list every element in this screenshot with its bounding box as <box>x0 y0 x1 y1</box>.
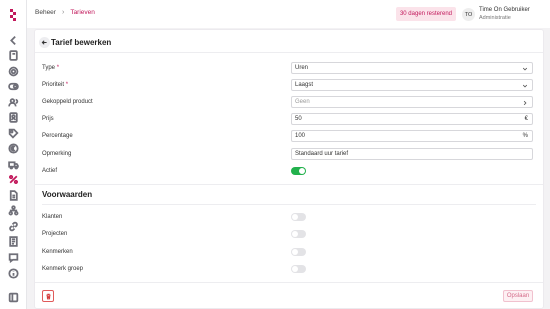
euro-icon[interactable] <box>8 143 19 154</box>
remark-label: Opmerking <box>42 151 72 157</box>
users-icon[interactable] <box>8 97 19 108</box>
book-icon[interactable] <box>8 50 19 61</box>
gear-icon[interactable] <box>8 66 19 77</box>
user-role: Administratie <box>479 15 511 21</box>
klanten-toggle[interactable] <box>291 213 306 221</box>
document-icon[interactable] <box>8 190 19 201</box>
edit-rate-card: Tarief bewerken Type * Uren Prioriteit *… <box>34 29 544 309</box>
contacts-icon[interactable] <box>8 112 19 123</box>
remark-value: Standaard uur tarief <box>295 151 349 157</box>
user-menu[interactable]: Time On Gebruiker Administratie <box>479 7 530 21</box>
percentage-input[interactable]: 100 % <box>291 130 533 142</box>
price-input[interactable]: 50 € <box>291 113 533 125</box>
type-label: Type * <box>42 65 60 71</box>
toggle-icon[interactable] <box>8 81 19 92</box>
breadcrumb: Beheer › Tarieven <box>35 9 95 16</box>
chevron-right-icon: › <box>61 9 65 16</box>
header-divider <box>35 52 543 53</box>
chevron-left-icon[interactable] <box>8 35 19 46</box>
tag-icon[interactable] <box>8 128 19 139</box>
info-icon[interactable] <box>8 268 19 279</box>
section-divider <box>35 184 543 185</box>
sitemap-icon[interactable] <box>8 205 19 216</box>
trash-icon <box>45 293 51 299</box>
priority-value: Laagst <box>295 82 314 88</box>
linked-product-select[interactable]: Geen <box>291 96 533 108</box>
priority-label: Prioriteit * <box>42 82 69 88</box>
breadcrumb-item-beheer[interactable]: Beheer <box>35 9 56 16</box>
type-select[interactable]: Uren <box>291 62 533 74</box>
percent-icon[interactable] <box>8 174 19 185</box>
active-toggle[interactable] <box>291 167 306 175</box>
page-title: Tarief bewerken <box>51 38 112 47</box>
truck-icon[interactable] <box>8 159 19 170</box>
type-value: Uren <box>295 65 309 71</box>
condition-label-kenmerken: Kenmerken <box>42 249 73 255</box>
top-header: Beheer › Tarieven 30 dagen resterend TO … <box>27 0 550 28</box>
link-icon[interactable] <box>8 221 19 232</box>
percentage-value: 100 <box>295 133 306 139</box>
chevron-down-icon <box>522 66 528 72</box>
sidebar <box>0 0 27 309</box>
chat-icon[interactable] <box>8 252 19 263</box>
footer-divider <box>35 282 543 283</box>
ledger-icon[interactable] <box>8 236 19 247</box>
projecten-toggle[interactable] <box>291 230 306 238</box>
kenmerken-toggle[interactable] <box>291 248 306 256</box>
user-name: Time On Gebruiker <box>479 7 530 13</box>
collapse-icon[interactable] <box>8 292 19 303</box>
conditions-divider <box>42 204 536 205</box>
trial-days-badge[interactable]: 30 dagen resterend <box>396 7 456 21</box>
breadcrumb-item-tarieven[interactable]: Tarieven <box>70 9 95 16</box>
avatar[interactable]: TO <box>462 8 475 21</box>
price-value: 50 <box>295 116 302 122</box>
euro-suffix: € <box>524 116 528 122</box>
percent-suffix: % <box>522 133 528 139</box>
linked-product-placeholder: Geen <box>295 99 310 105</box>
price-label: Prijs <box>42 116 54 122</box>
conditions-heading: Voorwaarden <box>42 190 93 199</box>
kenmerk-groep-toggle[interactable] <box>291 265 306 273</box>
chevron-right-icon <box>522 100 528 106</box>
condition-label-projecten: Projecten <box>42 231 68 237</box>
priority-select[interactable]: Laagst <box>291 79 533 91</box>
condition-label-klanten: Klanten <box>42 214 63 220</box>
back-button[interactable] <box>39 37 50 48</box>
linked-product-label: Gekoppeld product <box>42 99 93 105</box>
chevron-down-icon <box>522 83 528 89</box>
app-logo <box>10 9 16 21</box>
condition-label-kenmerk-groep: Kenmerk groep <box>42 266 84 272</box>
active-label: Actief <box>42 168 58 174</box>
save-button[interactable]: Opslaan <box>503 290 533 302</box>
delete-button[interactable] <box>42 290 54 302</box>
percentage-label: Percentage <box>42 133 73 139</box>
arrow-left-icon <box>41 40 47 45</box>
remark-input[interactable]: Standaard uur tarief <box>291 148 533 160</box>
